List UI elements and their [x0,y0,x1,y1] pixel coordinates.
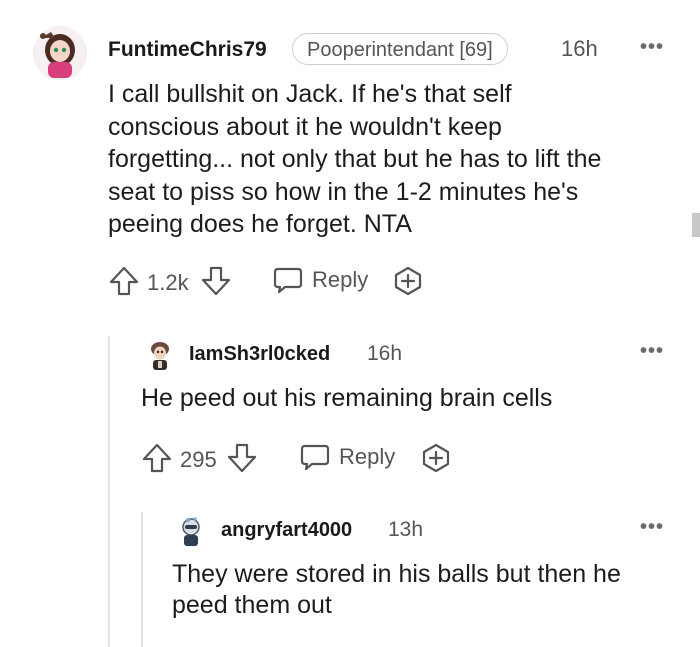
avatar[interactable] [143,337,177,371]
comment-body-line: peed them out [172,591,332,619]
user-flair: Pooperintendant [69] [292,33,508,65]
upvote-button[interactable] [141,442,173,474]
arrow-up-icon [109,266,139,296]
comment-body-line: peeing does he forget. NTA [108,210,412,238]
comment-body-line: forgetting... not only that but he has t… [108,145,602,173]
comment-username[interactable]: FuntimeChris79 [108,38,267,62]
upvote-button[interactable] [108,265,140,297]
thread-line[interactable] [141,512,143,647]
comment-body-line: They were stored in his balls but then h… [172,560,621,588]
speech-bubble-icon [273,267,303,294]
award-button[interactable] [393,266,423,296]
comment-body: I call bullshit on Jack. If he's that se… [108,78,688,241]
avatar[interactable] [174,514,208,548]
comment-body-line: seat to piss so how in the 1-2 minutes h… [108,177,579,206]
comment-username[interactable]: IamSh3rl0cked [189,343,330,366]
reply-label: Reply [312,267,369,292]
arrow-down-icon [201,266,231,296]
comment-body-line: conscious about it he wouldn't keep [108,112,502,141]
award-plus-icon [394,266,422,296]
comment-username[interactable]: angryfart4000 [221,519,352,542]
more-options-button[interactable]: ••• [640,340,664,363]
comment-body: He peed out his remaining brain cells [141,382,552,414]
reply-button[interactable]: Reply [299,441,395,473]
comment-timestamp: 16h [561,36,598,61]
comment-body-line: I call bullshit on Jack. If he's that se… [108,80,512,108]
award-plus-icon [422,443,450,473]
scrollbar-thumb[interactable] [692,213,700,237]
comment-timestamp: 13h [388,518,424,541]
avatar-image [143,337,177,371]
award-button[interactable] [421,443,451,473]
arrow-up-icon [142,443,172,473]
reply-label: Reply [339,444,396,469]
comment-timestamp: 16h [367,342,403,365]
arrow-down-icon [227,443,257,473]
speech-bubble-icon [300,444,330,471]
vote-count: 295 [180,447,217,472]
comment-body-line: He peed out his remaining brain cells [141,384,553,412]
more-options-button[interactable]: ••• [640,36,664,59]
avatar-image [33,26,87,80]
reply-button[interactable]: Reply [272,264,368,296]
avatar-image [174,514,208,548]
downvote-button[interactable] [200,265,232,297]
thread-line[interactable] [108,336,110,647]
vote-count: 1.2k [147,270,189,295]
downvote-button[interactable] [226,442,258,474]
more-options-button[interactable]: ••• [640,516,664,539]
comment-body: They were stored in his balls but then h… [172,559,682,621]
avatar[interactable] [33,26,87,80]
